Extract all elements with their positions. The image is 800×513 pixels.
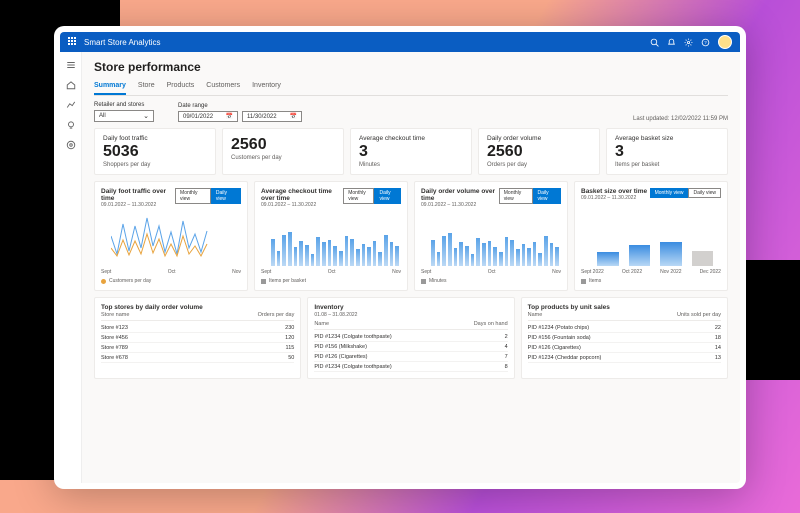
tab-bar: Summary Store Products Customers Invento… bbox=[94, 80, 728, 96]
chart-foot-traffic: Daily foot traffic over time09.01.2022 –… bbox=[94, 181, 248, 291]
kpi-row: Daily foot traffic5036Shoppers per day 2… bbox=[94, 128, 728, 175]
kpi-foot-traffic: Daily foot traffic5036Shoppers per day bbox=[94, 128, 216, 175]
table-row[interactable]: PID #126 (Cigarettes)7 bbox=[314, 352, 507, 362]
table-top-stores: Top stores by daily order volume Store n… bbox=[94, 297, 301, 379]
kpi-customers: 2560Customers per day bbox=[222, 128, 344, 175]
avatar[interactable] bbox=[718, 35, 732, 49]
tab-store[interactable]: Store bbox=[138, 80, 155, 95]
table-row[interactable]: Store #456120 bbox=[101, 333, 294, 343]
chart-checkout-time: Average checkout time over time09.01.202… bbox=[254, 181, 408, 291]
table-row[interactable]: PID #156 (Fountain soda)18 bbox=[528, 333, 721, 343]
chart-order-volume: Daily order volume over time09.01.2022 –… bbox=[414, 181, 568, 291]
kpi-basket-size: Average basket size3Items per basket bbox=[606, 128, 728, 175]
table-row[interactable]: PID #126 (Cigarettes)14 bbox=[528, 343, 721, 353]
table-row[interactable]: PID #156 (Milkshake)4 bbox=[314, 342, 507, 352]
table-top-products: Top products by unit sales NameUnits sol… bbox=[521, 297, 728, 379]
table-row[interactable]: PID #1234 (Colgate toothpaste)8 bbox=[314, 362, 507, 372]
page-title: Store performance bbox=[94, 60, 728, 74]
kpi-order-volume: Daily order volume2560Orders per day bbox=[478, 128, 600, 175]
kpi-checkout-time: Average checkout time3Minutes bbox=[350, 128, 472, 175]
daterange-label: Date range bbox=[178, 103, 302, 109]
tab-customers[interactable]: Customers bbox=[206, 80, 240, 95]
gear-icon[interactable] bbox=[684, 38, 693, 47]
toggle-foot-traffic[interactable]: Monthly viewDaily view bbox=[175, 188, 241, 204]
app-window: Smart Store Analytics ? Store performanc… bbox=[54, 26, 746, 489]
table-row[interactable]: PID #1234 (Cheddar popcorn)13 bbox=[528, 353, 721, 363]
nav-menu-icon[interactable] bbox=[66, 60, 76, 70]
waffle-icon[interactable] bbox=[68, 37, 78, 47]
table-inventory: Inventory 01.08 – 31.08.2022 NameDays on… bbox=[307, 297, 514, 379]
svg-text:?: ? bbox=[704, 40, 707, 45]
bell-icon[interactable] bbox=[667, 38, 676, 47]
chart-basket-size: Basket size over time09.01.2022 – 11.30.… bbox=[574, 181, 728, 291]
toggle-checkout[interactable]: Monthly viewDaily view bbox=[343, 188, 401, 204]
titlebar: Smart Store Analytics ? bbox=[60, 32, 740, 52]
last-updated: Last updated: 12/02/2022 11:59 PM bbox=[633, 116, 728, 122]
app-title: Smart Store Analytics bbox=[84, 38, 650, 47]
tab-products[interactable]: Products bbox=[167, 80, 195, 95]
toggle-order-vol[interactable]: Monthly viewDaily view bbox=[499, 188, 561, 204]
nav-home-icon[interactable] bbox=[66, 80, 76, 90]
table-row[interactable]: Store #789115 bbox=[101, 343, 294, 353]
side-nav bbox=[60, 52, 82, 483]
table-row[interactable]: PID #1234 (Potato chips)22 bbox=[528, 323, 721, 333]
tab-inventory[interactable]: Inventory bbox=[252, 80, 281, 95]
date-from[interactable]: 09/01/2022 bbox=[178, 111, 238, 122]
nav-settings-icon[interactable] bbox=[66, 140, 76, 150]
nav-light-icon[interactable] bbox=[66, 120, 76, 130]
table-row[interactable]: Store #67850 bbox=[101, 353, 294, 363]
table-row[interactable]: PID #1234 (Colgate toothpaste)2 bbox=[314, 332, 507, 342]
help-icon[interactable]: ? bbox=[701, 38, 710, 47]
nav-chart-icon[interactable] bbox=[66, 100, 76, 110]
date-to[interactable]: 11/30/2022 bbox=[242, 111, 302, 122]
retailer-label: Retailer and stores bbox=[94, 102, 154, 108]
toggle-basket[interactable]: Monthly viewDaily view bbox=[650, 188, 721, 198]
retailer-select[interactable]: All bbox=[94, 110, 154, 122]
tab-summary[interactable]: Summary bbox=[94, 80, 126, 95]
search-icon[interactable] bbox=[650, 38, 659, 47]
table-row[interactable]: Store #123230 bbox=[101, 323, 294, 333]
